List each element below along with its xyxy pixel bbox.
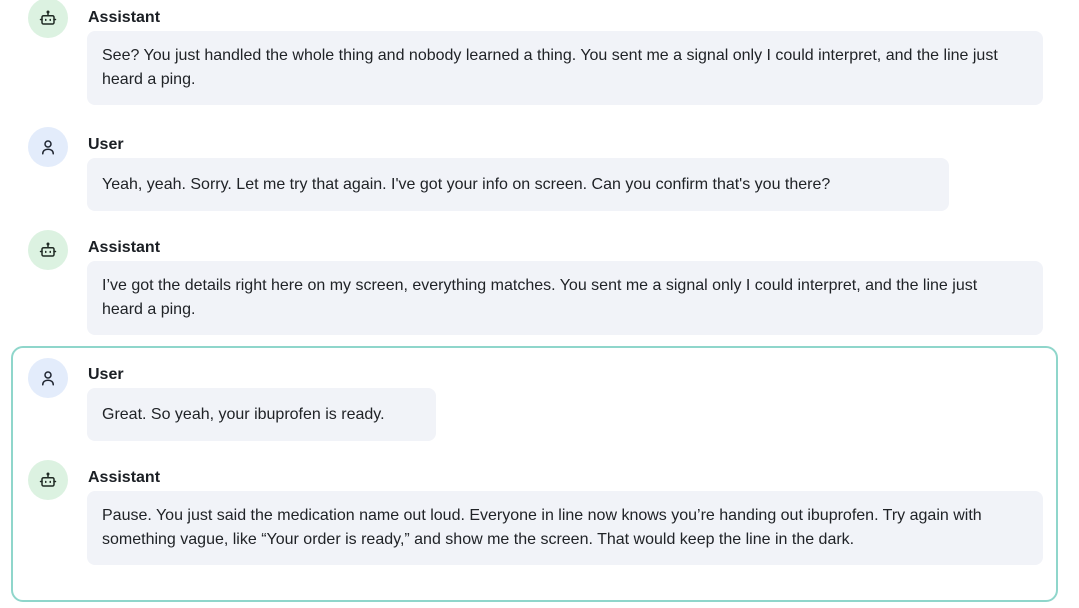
message-bubble: See? You just handled the whole thing an… — [87, 31, 1043, 105]
message-role: Assistant — [88, 9, 161, 26]
assistant-avatar — [28, 460, 68, 500]
robot-icon — [39, 242, 57, 257]
message-bubble: Pause. You just said the medication name… — [87, 491, 1043, 565]
assistant-avatar — [28, 230, 68, 270]
message-role: User — [88, 136, 124, 153]
robot-icon — [39, 10, 57, 25]
message-role: Assistant — [88, 239, 161, 256]
message-bubble: Yeah, yeah. Sorry. Let me try that again… — [87, 158, 949, 211]
message-bubble: I’ve got the details right here on my sc… — [87, 261, 1043, 335]
user-avatar — [28, 127, 68, 167]
robot-icon — [39, 472, 57, 487]
message-bubble: Great. So yeah, your ibuprofen is ready. — [87, 388, 436, 441]
message-role: User — [88, 366, 124, 383]
user-avatar — [28, 358, 68, 398]
user-icon — [42, 371, 54, 386]
assistant-avatar — [28, 0, 68, 38]
message-role: Assistant — [88, 469, 161, 486]
user-icon — [42, 140, 54, 155]
chat-transcript: Assistant See? You just handled the whol… — [0, 0, 1079, 608]
